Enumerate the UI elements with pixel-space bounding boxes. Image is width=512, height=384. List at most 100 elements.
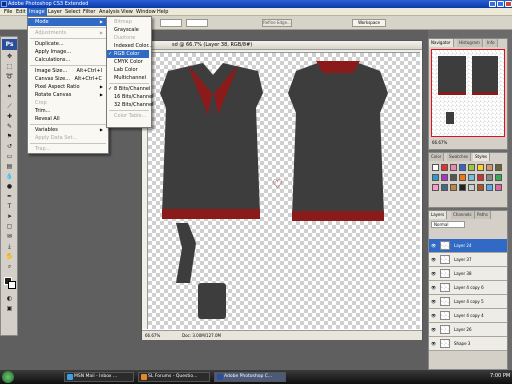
navigator-preview[interactable] [431,49,505,137]
navigator-zoom[interactable]: 66.67% [432,140,447,145]
menu-view[interactable]: View [119,8,135,16]
maximize-button[interactable] [497,1,504,7]
menu-analysis[interactable]: Analysis [97,8,122,16]
style-swatch[interactable] [450,184,457,191]
history-brush-icon[interactable]: ↺ [3,143,16,151]
mode-menu-item[interactable]: Grayscale [107,26,149,34]
minimize-button[interactable] [489,1,496,7]
style-swatch[interactable] [459,164,466,171]
style-swatch[interactable] [450,164,457,171]
style-swatch[interactable] [468,174,475,181]
menu-filter[interactable]: Filter [81,8,97,16]
mode-menu-item[interactable]: Lab Color [107,66,149,74]
style-swatch[interactable] [477,164,484,171]
hand-tool-icon[interactable]: ✋ [3,253,16,261]
mode-menu-item[interactable]: Indexed Color... [107,42,153,50]
visibility-eye-icon[interactable]: 👁 [431,285,437,290]
visibility-eye-icon[interactable]: 👁 [431,243,437,248]
layer-row[interactable]: 👁 Layer 38 [429,267,507,281]
menu-image[interactable]: Image [27,8,47,16]
type-tool-icon[interactable]: T [3,203,16,211]
image-menu-item[interactable]: Mode ▶ [28,18,106,26]
zoom-tool-icon[interactable]: ⌕ [3,263,16,271]
doc-info[interactable]: Doc: 3.00M/127.0M [182,331,221,341]
visibility-eye-icon[interactable]: 👁 [431,341,437,346]
menu-edit[interactable]: Edit [14,8,28,16]
blur-tool-icon[interactable]: 💧 [3,173,16,181]
gradient-tool-icon[interactable]: ▤ [3,163,16,171]
notes-tool-icon[interactable]: ✉ [3,233,16,241]
move-tool-icon[interactable]: ✥ [3,53,16,61]
eyedropper-icon[interactable]: ⤓ [3,243,16,251]
style-swatch[interactable] [450,174,457,181]
zoom-level[interactable]: 66.67% [145,331,160,341]
brush-tool-icon[interactable]: ✎ [3,123,16,131]
image-menu-item[interactable]: Pixel Aspect Ratio ▶ [28,83,106,91]
style-swatch[interactable] [486,164,493,171]
width-field[interactable] [160,19,182,27]
menu-select[interactable]: Select [63,8,82,16]
start-button[interactable] [2,371,14,383]
task-sl-forums[interactable]: SL Forums - Questio... [138,372,210,382]
image-menu-item[interactable]: Canvas Size... Alt+Ctrl+C [28,75,106,83]
background-color-swatch[interactable] [8,281,16,289]
healing-brush-icon[interactable]: ✚ [3,113,16,121]
style-swatch[interactable] [495,164,502,171]
workspace-button[interactable]: Workspace [352,19,386,27]
style-swatch[interactable] [441,184,448,191]
visibility-eye-icon[interactable]: 👁 [431,327,437,332]
dodge-tool-icon[interactable]: ● [3,183,16,191]
stamp-tool-icon[interactable]: ⚑ [3,133,16,141]
layer-row[interactable]: 👁 Layer 4 copy 5 [429,295,507,309]
layer-row[interactable]: 👁 Layer 26 [429,323,507,337]
quick-mask-icon[interactable]: ◐ [3,295,16,303]
layer-row[interactable]: 👁 Shape 3 [429,337,507,351]
style-swatch[interactable] [486,174,493,181]
style-swatch[interactable] [432,174,439,181]
refine-edge-button[interactable]: Refine Edge... [262,19,292,27]
style-swatch[interactable] [468,164,475,171]
visibility-eye-icon[interactable]: 👁 [431,257,437,262]
mode-menu-item[interactable]: ✓ RGB Color [107,50,149,58]
tab-info[interactable]: Info [485,39,498,47]
task-msn-mail[interactable]: MSN Mail - Inbox ... [64,372,134,382]
style-swatch[interactable] [441,164,448,171]
tab-paths[interactable]: Paths [475,211,491,219]
style-swatch[interactable] [495,184,502,191]
image-menu-item[interactable]: Trim... [28,107,106,115]
style-swatch[interactable] [441,174,448,181]
layer-row[interactable]: 👁 Layer 37 [429,253,507,267]
tab-layers[interactable]: Layers [429,211,448,219]
mode-menu-item[interactable]: ✓ 8 Bits/Channel [107,85,150,93]
shape-tool-icon[interactable]: ▢ [3,223,16,231]
eraser-tool-icon[interactable]: ▭ [3,153,16,161]
tab-histogram[interactable]: Histogram [457,39,483,47]
canvas[interactable]: ♡ [148,53,420,329]
mode-menu-item[interactable]: 16 Bits/Channel [107,93,154,101]
tab-swatches[interactable]: Swatches [447,153,472,161]
close-button[interactable] [505,1,512,7]
image-menu-item[interactable]: Rotate Canvas ▶ [28,91,106,99]
menu-file[interactable]: File [2,8,14,16]
menu-help[interactable]: Help [155,8,170,16]
image-menu-item[interactable]: Variables ▶ [28,126,106,134]
style-swatch[interactable] [459,174,466,181]
magic-wand-icon[interactable]: ✦ [3,83,16,91]
style-swatch[interactable] [486,184,493,191]
style-swatch[interactable] [477,184,484,191]
tab-styles[interactable]: Styles [473,153,491,161]
task-photoshop[interactable]: Adobe Photoshop C... [214,372,286,382]
path-selection-icon[interactable]: ➤ [3,213,16,221]
tab-color[interactable]: Color [429,153,445,161]
screen-mode-icon[interactable]: ▣ [3,305,16,313]
blend-mode-select[interactable]: Normal [431,221,465,228]
visibility-eye-icon[interactable]: 👁 [431,313,437,318]
visibility-eye-icon[interactable]: 👁 [431,299,437,304]
image-menu-item[interactable]: Duplicate... [28,40,106,48]
tab-navigator[interactable]: Navigator [429,39,454,47]
layer-row[interactable]: 👁 Layer 4 copy 4 [429,309,507,323]
style-swatch[interactable] [432,164,439,171]
image-menu-item[interactable]: Apply Image... [28,48,106,56]
tab-channels[interactable]: Channels [451,211,475,219]
mode-menu-item[interactable]: CMYK Color [107,58,149,66]
